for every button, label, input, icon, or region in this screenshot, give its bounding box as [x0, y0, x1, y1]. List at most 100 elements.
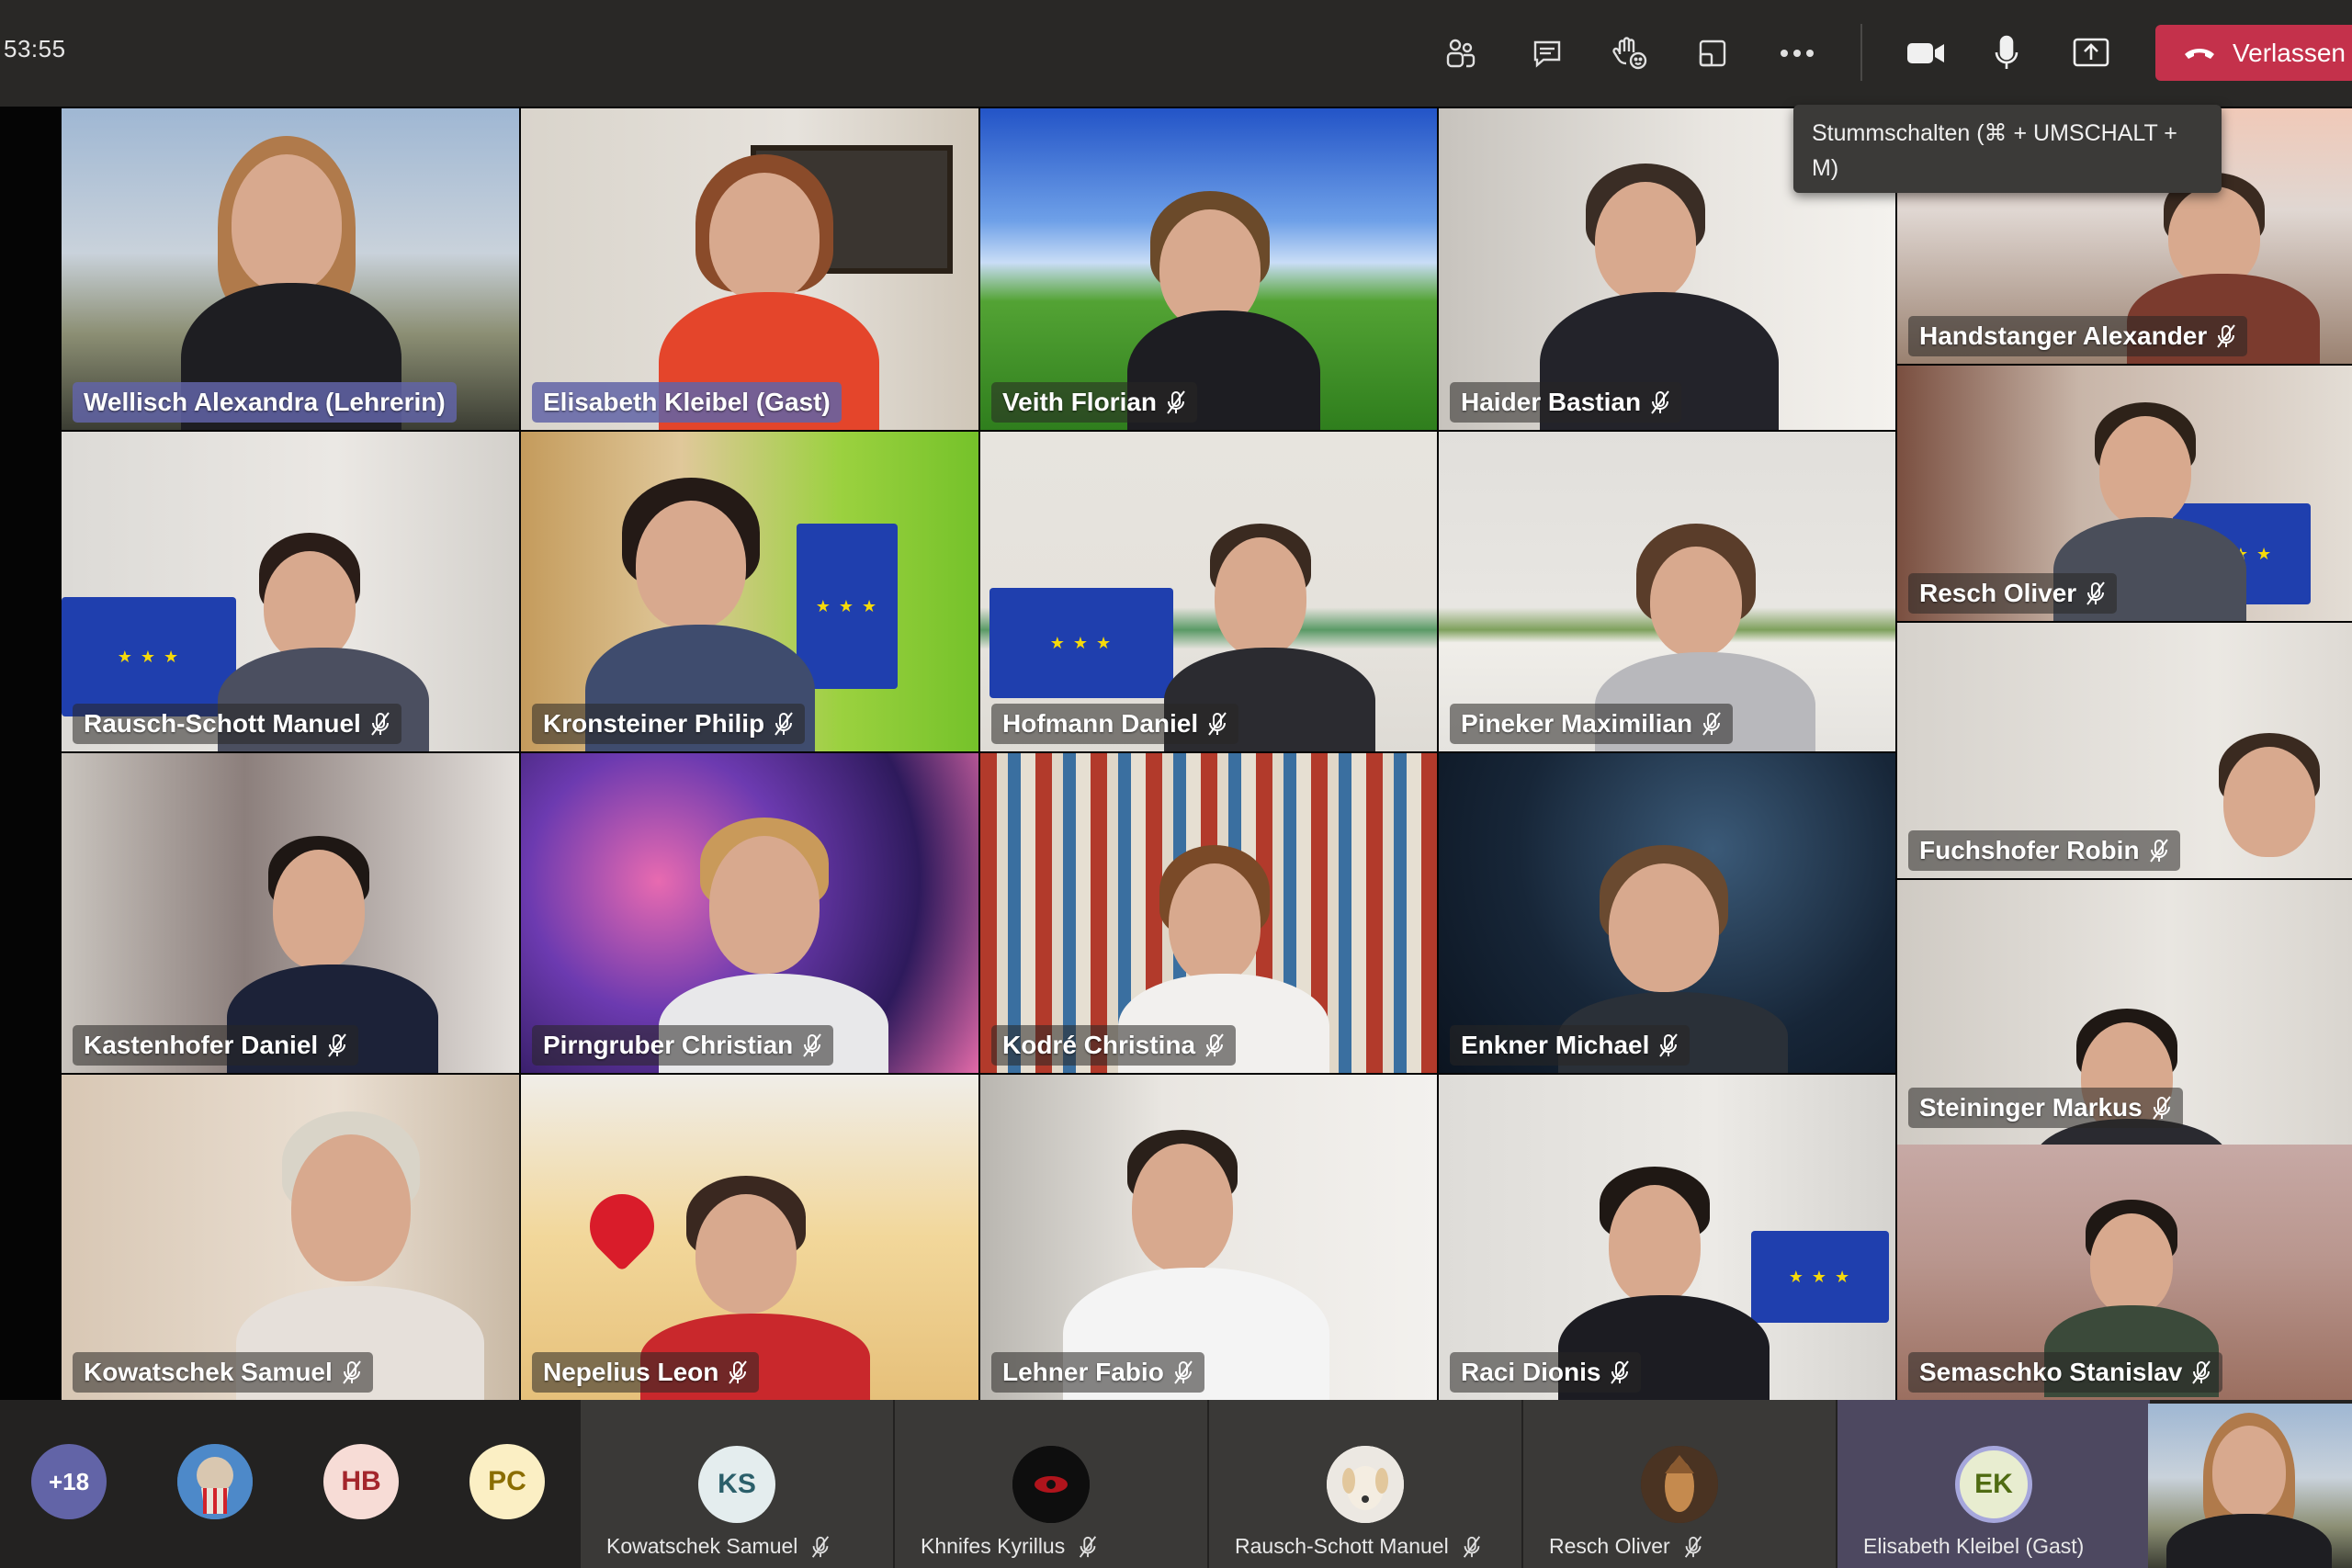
meeting-toolbar: 53:55 Verlassen: [0, 0, 2352, 107]
chat-button[interactable]: [1520, 26, 1575, 81]
mic-off-icon: [1167, 390, 1185, 414]
character-avatar-icon: [1641, 1446, 1718, 1523]
video-tile[interactable]: Kowatschek Samuel: [62, 1075, 519, 1400]
roster-tile[interactable]: KS Kowatschek Samuel: [581, 1400, 893, 1568]
participant-name-tag: Wellisch Alexandra (Lehrerin): [73, 382, 457, 423]
roster-tile[interactable]: Resch Oliver: [1523, 1400, 1836, 1568]
mic-off-icon: [2192, 1360, 2211, 1384]
participant-name-tag: Steininger Markus: [1908, 1088, 2183, 1128]
self-view-video[interactable]: [2148, 1404, 2352, 1568]
participant-name-tag: Hofmann Daniel: [991, 704, 1239, 744]
toolbar-divider: [1860, 24, 1862, 81]
roster-tile[interactable]: Rausch-Schott Manuel: [1209, 1400, 1521, 1568]
avatar-initials: HB: [341, 1466, 381, 1496]
leave-button[interactable]: Verlassen: [2155, 25, 2352, 81]
video-tile[interactable]: Nepelius Leon: [521, 1075, 978, 1400]
participant-avatar[interactable]: PC: [469, 1444, 545, 1519]
video-tile[interactable]: Lehner Fabio: [980, 1075, 1437, 1400]
mic-off-icon: [2149, 839, 2168, 863]
video-tile[interactable]: Pirngruber Christian: [521, 753, 978, 1073]
participant-name-tag: Resch Oliver: [1908, 573, 2118, 614]
video-tile[interactable]: Raci Dionis: [1439, 1075, 1895, 1400]
participant-name-tag: Fuchshofer Robin: [1908, 830, 2180, 871]
participant-avatar[interactable]: HB: [323, 1444, 399, 1519]
mic-off-icon: [342, 1360, 361, 1384]
red-eye-icon: [1012, 1446, 1090, 1523]
cat-popcorn-icon: [177, 1444, 253, 1519]
participant-name-tag: Kodré Christina: [991, 1025, 1237, 1066]
microphone-icon: [1995, 35, 2018, 69]
video-tile[interactable]: Resch Oliver: [1897, 366, 2352, 621]
mic-off-icon: [1684, 1535, 1702, 1558]
video-tile[interactable]: Enkner Michael: [1439, 753, 1895, 1073]
mic-off-icon: [729, 1360, 748, 1384]
hang-up-icon: [2185, 48, 2214, 59]
mic-off-icon: [328, 1033, 346, 1057]
share-screen-button[interactable]: [2064, 26, 2119, 81]
more-actions-button[interactable]: [1770, 26, 1825, 81]
video-tile[interactable]: Rausch-Schott Manuel: [62, 432, 519, 751]
mic-off-icon: [1173, 1360, 1193, 1384]
participant-name-tag: Raci Dionis: [1450, 1352, 1642, 1393]
roster-name: Kowatschek Samuel: [606, 1534, 831, 1559]
video-tile[interactable]: Kodré Christina: [980, 753, 1437, 1073]
roster-name: Rausch-Schott Manuel: [1235, 1534, 1482, 1559]
share-icon: [2073, 38, 2109, 67]
video-tile[interactable]: Fuchshofer Robin: [1897, 623, 2352, 878]
participant-avatar: [1012, 1446, 1090, 1523]
video-tile[interactable]: Kronsteiner Philip: [521, 432, 978, 751]
participant-name-tag: Handstanger Alexander: [1908, 316, 2248, 356]
mic-off-icon: [371, 712, 390, 736]
more-icon: [1781, 50, 1814, 57]
chat-icon: [1533, 40, 1561, 68]
mic-off-icon: [2152, 1096, 2171, 1120]
mic-off-icon: [2217, 324, 2236, 348]
participant-name-tag: Pirngruber Christian: [532, 1025, 834, 1066]
participant-name-tag: Nepelius Leon: [532, 1352, 760, 1393]
microphone-button[interactable]: [1979, 26, 2034, 81]
participant-avatar: EK: [1955, 1446, 2032, 1523]
avatar-initials: PC: [488, 1466, 526, 1496]
roster-tile[interactable]: EK Elisabeth Kleibel (Gast): [1838, 1400, 2150, 1568]
video-tile[interactable]: Semaschko Stanislav: [1897, 1145, 2352, 1400]
video-tile[interactable]: Elisabeth Kleibel (Gast): [521, 108, 978, 430]
participant-avatar[interactable]: [177, 1444, 253, 1519]
video-tile[interactable]: Veith Florian: [980, 108, 1437, 430]
mic-off-icon: [1080, 1535, 1097, 1558]
camera-button[interactable]: [1898, 26, 1953, 81]
more-participants-button[interactable]: +18: [31, 1444, 107, 1519]
rooms-button[interactable]: [1685, 26, 1740, 81]
meeting-timer: 53:55: [4, 35, 66, 62]
mic-off-icon: [1702, 712, 1721, 736]
participant-name-tag: Kronsteiner Philip: [532, 704, 806, 744]
mic-off-icon: [1659, 1033, 1679, 1057]
raise-hand-icon: [1612, 37, 1647, 70]
mic-off-icon: [1463, 1535, 1480, 1558]
participant-name-tag: Kastenhofer Daniel: [73, 1025, 359, 1066]
participant-name-tag: Enkner Michael: [1450, 1025, 1690, 1066]
video-tile[interactable]: Pineker Maximilian: [1439, 432, 1895, 751]
raise-hand-button[interactable]: [1602, 26, 1657, 81]
video-tile[interactable]: Hofmann Daniel: [980, 432, 1437, 751]
participant-avatar: [1641, 1446, 1718, 1523]
participant-name-tag: Veith Florian: [991, 382, 1198, 423]
video-tile[interactable]: Wellisch Alexandra (Lehrerin): [62, 108, 519, 430]
participant-name-tag: Lehner Fabio: [991, 1352, 1204, 1393]
video-tile[interactable]: Kastenhofer Daniel: [62, 753, 519, 1073]
leave-label: Verlassen: [2233, 38, 2346, 67]
roster-name: Resch Oliver: [1549, 1534, 1703, 1559]
participant-name-tag: Haider Bastian: [1450, 382, 1682, 423]
participant-avatar: KS: [698, 1446, 775, 1523]
mic-off-icon: [775, 712, 793, 736]
dog-icon: [1327, 1446, 1404, 1523]
participant-name-tag: Pineker Maximilian: [1450, 704, 1734, 744]
eu-flag: [989, 588, 1173, 698]
mic-off-icon: [803, 1033, 822, 1057]
mic-off-icon: [1651, 390, 1669, 414]
participant-name-tag: Rausch-Schott Manuel: [73, 704, 401, 744]
mic-off-icon: [1208, 712, 1227, 736]
roster-tile[interactable]: Khnifes Kyrillus: [895, 1400, 1207, 1568]
participants-button[interactable]: [1433, 26, 1488, 81]
eu-flag: [62, 597, 236, 716]
roster-name: Khnifes Kyrillus: [921, 1534, 1098, 1559]
